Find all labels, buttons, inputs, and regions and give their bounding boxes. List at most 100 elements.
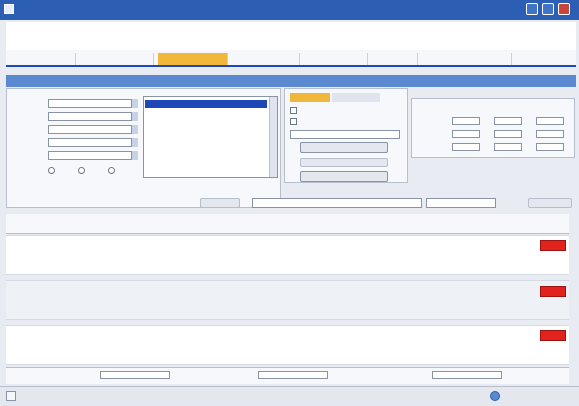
record-qty	[250, 295, 270, 302]
record-ref[interactable]	[14, 286, 60, 293]
record-interval	[288, 240, 318, 247]
option-checkbox-1-label	[300, 107, 400, 114]
list-item[interactable]	[145, 130, 267, 138]
option-checkbox-1[interactable]	[290, 107, 297, 114]
globe-icon	[490, 391, 500, 401]
column-header[interactable]	[344, 217, 384, 231]
summary-col-3	[534, 101, 572, 113]
list-item[interactable]	[145, 150, 267, 158]
page-title	[6, 75, 576, 87]
list-item[interactable]	[145, 140, 267, 148]
record-ref[interactable]	[14, 240, 60, 247]
total-label-1	[12, 372, 92, 379]
record-num	[330, 240, 360, 247]
filter-select-2[interactable]	[48, 112, 138, 121]
nav-tab-4[interactable]	[232, 53, 300, 65]
sort-radio-3[interactable]	[108, 167, 115, 174]
record-date2	[350, 340, 400, 347]
record-qty	[250, 286, 270, 293]
options-tab-2[interactable]	[332, 93, 380, 102]
route-select[interactable]	[426, 198, 496, 208]
primary-action-button[interactable]	[300, 142, 388, 153]
filter-select-3[interactable]	[48, 125, 138, 134]
clear-button[interactable]	[300, 171, 388, 182]
record-qty	[250, 249, 270, 256]
nav-tab-1[interactable]	[10, 53, 76, 65]
column-header[interactable]	[130, 217, 210, 231]
total-value-2	[258, 371, 328, 379]
list-item[interactable]	[145, 120, 267, 128]
option-checkbox-2[interactable]	[290, 118, 297, 125]
nav-tab-2[interactable]	[78, 53, 154, 65]
column-header[interactable]	[20, 217, 48, 231]
chevron-down-icon[interactable]	[131, 112, 138, 121]
summary-cell	[536, 143, 564, 151]
column-header[interactable]	[420, 217, 454, 231]
close-button[interactable]	[558, 3, 570, 15]
chevron-down-icon[interactable]	[131, 99, 138, 108]
record-qty	[250, 339, 270, 346]
list-item[interactable]	[145, 160, 267, 168]
total-label-2	[176, 372, 256, 379]
select-project[interactable]	[252, 198, 422, 208]
summary-cell	[494, 143, 522, 151]
secondary-action-button[interactable]	[300, 158, 388, 167]
options-dropdown[interactable]	[290, 130, 400, 139]
nav-tab-3[interactable]	[158, 53, 228, 65]
filter-select-1[interactable]	[48, 99, 138, 108]
record-interval	[288, 286, 318, 293]
toolbar-right-button[interactable]	[528, 198, 572, 208]
top-link[interactable]	[468, 37, 528, 44]
page-icon	[6, 391, 16, 401]
summary-cell	[452, 143, 480, 151]
record-due	[460, 286, 500, 293]
zone-text	[504, 393, 564, 400]
record-ref[interactable]	[14, 330, 60, 337]
status-badge	[540, 286, 566, 297]
record-num	[364, 330, 394, 337]
chevron-down-icon[interactable]	[131, 138, 138, 147]
summary-row-label	[416, 144, 448, 151]
column-header[interactable]	[536, 217, 568, 231]
list-scrollbar[interactable]	[269, 97, 277, 177]
column-header[interactable]	[286, 217, 316, 231]
record-tag	[14, 254, 54, 261]
record-description	[124, 330, 234, 344]
list-item[interactable]	[145, 100, 267, 108]
maximize-button[interactable]	[542, 3, 554, 15]
browser-icon	[4, 4, 14, 14]
toolbar-left-button[interactable]	[200, 198, 240, 208]
filter-select-4[interactable]	[48, 138, 138, 147]
nav-tab-6[interactable]	[372, 53, 418, 65]
chevron-down-icon[interactable]	[131, 125, 138, 134]
summary-row-label	[416, 131, 448, 138]
summary-cell	[452, 130, 480, 138]
column-header[interactable]	[70, 217, 110, 231]
nav-tab-5[interactable]	[304, 53, 368, 65]
record-date[interactable]	[66, 240, 116, 247]
record-date[interactable]	[66, 286, 116, 293]
record-description	[124, 286, 234, 300]
record-date2	[350, 296, 400, 303]
filter-select-5[interactable]	[48, 151, 138, 160]
record-num	[364, 286, 394, 293]
summary-cell	[494, 117, 522, 125]
sort-radio-2[interactable]	[78, 167, 85, 174]
record-num	[330, 330, 360, 337]
list-item[interactable]	[145, 110, 267, 118]
total-value-1	[100, 371, 170, 379]
column-header[interactable]	[240, 217, 274, 231]
record-tag	[14, 300, 54, 307]
summary-cell	[536, 117, 564, 125]
chevron-down-icon[interactable]	[131, 151, 138, 160]
record-num	[364, 240, 394, 247]
minimize-button[interactable]	[526, 3, 538, 15]
options-tab-1[interactable]	[290, 93, 330, 102]
nav-tab-7[interactable]	[422, 53, 512, 65]
summary-cell	[452, 117, 480, 125]
record-interval	[288, 330, 318, 337]
column-header[interactable]	[460, 217, 500, 231]
sort-radio-1[interactable]	[48, 167, 55, 174]
column-header[interactable]	[505, 217, 533, 231]
record-date[interactable]	[66, 330, 116, 337]
